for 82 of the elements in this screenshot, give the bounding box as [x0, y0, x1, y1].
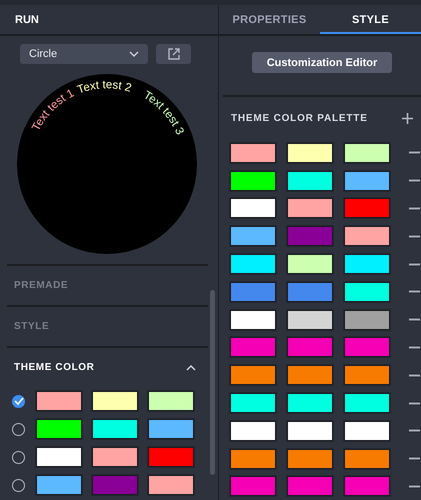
- radio-button[interactable]: [12, 478, 25, 492]
- plus-icon[interactable]: [402, 112, 413, 124]
- open-external-button[interactable]: [156, 44, 191, 64]
- color-swatch[interactable]: [230, 310, 276, 330]
- color-swatch[interactable]: [92, 419, 138, 439]
- color-swatch[interactable]: [344, 282, 390, 302]
- color-swatch[interactable]: [287, 420, 333, 441]
- radio-button[interactable]: [12, 422, 25, 436]
- color-swatch[interactable]: [230, 337, 276, 358]
- color-swatch[interactable]: [230, 282, 276, 302]
- minus-icon[interactable]: [409, 457, 420, 460]
- color-swatch[interactable]: [230, 226, 276, 246]
- color-swatch[interactable]: [230, 420, 276, 441]
- color-swatch[interactable]: [230, 393, 276, 414]
- color-swatch[interactable]: [344, 476, 390, 496]
- color-swatch[interactable]: [344, 142, 390, 163]
- tab[interactable]: STYLE: [320, 5, 421, 34]
- color-swatch[interactable]: [287, 142, 333, 163]
- color-swatch[interactable]: [287, 198, 333, 218]
- curved-text: Text test 2: [76, 79, 133, 96]
- color-swatch[interactable]: [92, 391, 138, 411]
- minus-icon[interactable]: [409, 290, 420, 294]
- shape-dropdown[interactable]: Circle: [20, 44, 148, 64]
- color-swatch[interactable]: [92, 447, 138, 467]
- chevron-down-icon: [129, 51, 139, 57]
- minus-icon[interactable]: [409, 206, 420, 210]
- external-link-icon: [168, 48, 180, 60]
- customization-editor-button[interactable]: Customization Editor: [252, 52, 392, 73]
- color-swatch[interactable]: [287, 254, 333, 274]
- color-swatch[interactable]: [287, 310, 333, 330]
- color-swatch[interactable]: [344, 226, 390, 246]
- color-swatch[interactable]: [148, 475, 194, 495]
- color-swatch[interactable]: [344, 310, 390, 330]
- minus-icon[interactable]: [409, 484, 420, 488]
- color-swatch[interactable]: [148, 419, 194, 439]
- color-swatch[interactable]: [287, 365, 333, 386]
- color-swatch[interactable]: [344, 393, 390, 414]
- minus-icon[interactable]: [409, 234, 420, 238]
- minus-icon[interactable]: [409, 429, 420, 432]
- chevron-up-icon[interactable]: [186, 364, 196, 370]
- color-swatch[interactable]: [230, 448, 276, 469]
- color-swatch[interactable]: [344, 170, 390, 191]
- minus-icon[interactable]: [409, 262, 420, 266]
- color-swatch[interactable]: [344, 254, 390, 274]
- minus-icon[interactable]: [409, 346, 420, 349]
- color-swatch[interactable]: [344, 337, 390, 358]
- color-swatch[interactable]: [36, 475, 82, 495]
- color-swatch[interactable]: [287, 337, 333, 358]
- minus-icon[interactable]: [409, 151, 420, 154]
- scrollbar[interactable]: [210, 290, 215, 475]
- radio-button[interactable]: [12, 394, 25, 408]
- color-swatch[interactable]: [230, 198, 276, 218]
- tab[interactable]: PROPERTIES: [219, 5, 320, 34]
- minus-icon[interactable]: [409, 402, 420, 405]
- color-swatch[interactable]: [36, 391, 82, 411]
- color-swatch[interactable]: [230, 142, 276, 163]
- section-header: THEME COLOR PALETTE: [231, 112, 368, 124]
- color-swatch[interactable]: [148, 391, 194, 411]
- minus-icon[interactable]: [409, 179, 420, 182]
- color-swatch[interactable]: [287, 393, 333, 414]
- color-swatch[interactable]: [287, 282, 333, 302]
- color-swatch[interactable]: [344, 448, 390, 469]
- color-swatch[interactable]: [287, 476, 333, 496]
- minus-icon[interactable]: [409, 374, 420, 377]
- color-swatch[interactable]: [344, 198, 390, 218]
- color-swatch[interactable]: [230, 170, 276, 191]
- color-swatch[interactable]: [344, 420, 390, 441]
- color-swatch[interactable]: [287, 448, 333, 469]
- color-swatch[interactable]: [36, 447, 82, 467]
- color-swatch[interactable]: [344, 365, 390, 386]
- panel-title: RUN: [15, 14, 39, 26]
- color-swatch[interactable]: [287, 170, 333, 191]
- radio-button[interactable]: [12, 450, 25, 464]
- color-swatch[interactable]: [36, 419, 82, 439]
- color-swatch[interactable]: [230, 476, 276, 496]
- color-swatch[interactable]: [230, 365, 276, 386]
- color-swatch[interactable]: [230, 254, 276, 274]
- section-header[interactable]: THEME COLOR: [14, 362, 94, 373]
- color-swatch[interactable]: [287, 226, 333, 246]
- color-swatch[interactable]: [92, 475, 138, 495]
- minus-icon[interactable]: [409, 318, 420, 322]
- color-swatch[interactable]: [148, 447, 194, 467]
